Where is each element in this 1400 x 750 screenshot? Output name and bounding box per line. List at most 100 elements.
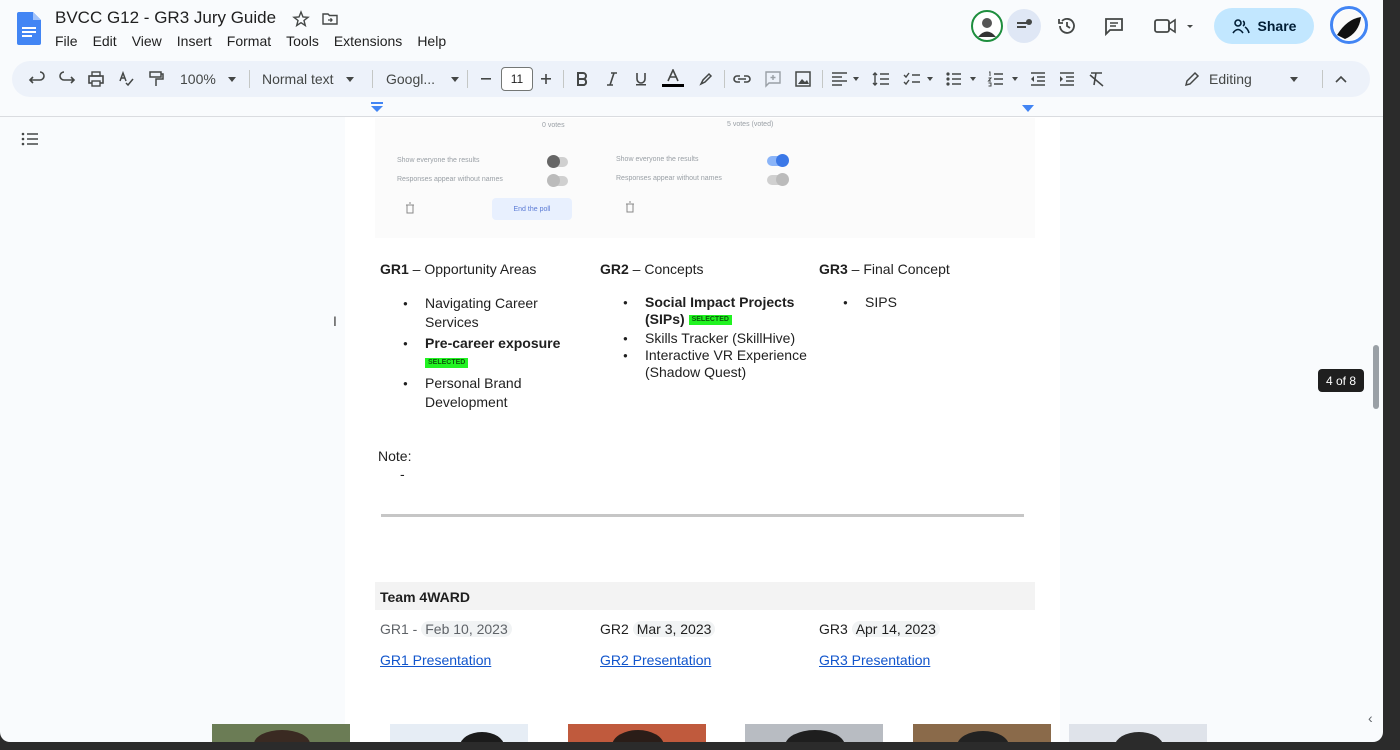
checklist-button[interactable] bbox=[903, 61, 935, 97]
zoom-value: 100% bbox=[180, 71, 216, 87]
horizontal-divider bbox=[381, 514, 1024, 517]
clear-formatting-button[interactable] bbox=[1088, 61, 1106, 97]
hide-menus-button[interactable] bbox=[1335, 61, 1347, 97]
right-indent-marker-icon[interactable] bbox=[1022, 105, 1034, 113]
document-title[interactable]: BVCC G12 - GR3 Jury Guide bbox=[55, 8, 276, 28]
menu-insert[interactable]: Insert bbox=[177, 33, 218, 49]
menu-format[interactable]: Format bbox=[227, 33, 277, 49]
spellcheck-button[interactable] bbox=[117, 61, 135, 97]
move-folder-icon[interactable] bbox=[321, 10, 339, 28]
meet-button[interactable] bbox=[1148, 9, 1198, 43]
bulleted-list-button[interactable] bbox=[945, 61, 979, 97]
font-select[interactable]: Googl... bbox=[386, 61, 460, 97]
gr3-code: GR3 bbox=[819, 261, 848, 277]
menu-extensions[interactable]: Extensions bbox=[334, 33, 408, 49]
date-chip[interactable]: Apr 14, 2023 bbox=[851, 621, 940, 637]
underline-button[interactable] bbox=[634, 61, 648, 97]
menu-tools[interactable]: Tools bbox=[286, 33, 325, 49]
line-spacing-button[interactable] bbox=[872, 61, 890, 97]
account-avatar[interactable] bbox=[1330, 6, 1368, 44]
spellcheck-icon bbox=[119, 70, 134, 87]
zoom-select[interactable]: 100% bbox=[180, 61, 240, 97]
share-button[interactable]: Share bbox=[1214, 8, 1314, 44]
insert-image-button[interactable] bbox=[794, 61, 812, 97]
team-member-photo bbox=[390, 724, 528, 742]
italic-button[interactable] bbox=[605, 61, 619, 97]
person-photo-icon bbox=[254, 730, 310, 742]
collapse-side-panel-chevron-icon[interactable]: ‹ bbox=[1368, 710, 1373, 726]
gr1-presentation-link[interactable]: GR1 Presentation bbox=[380, 652, 491, 668]
bulleted-list-icon bbox=[946, 72, 976, 86]
font-size-input[interactable]: 11 bbox=[501, 67, 533, 91]
gr3-presentation-link[interactable]: GR3 Presentation bbox=[819, 652, 930, 668]
undo-button[interactable] bbox=[28, 61, 46, 97]
star-icon[interactable] bbox=[292, 10, 310, 28]
toolbar-divider bbox=[822, 70, 823, 88]
toolbar-divider bbox=[249, 70, 250, 88]
menu-help[interactable]: Help bbox=[417, 33, 452, 49]
numbered-list-button[interactable] bbox=[987, 61, 1021, 97]
increase-indent-button[interactable] bbox=[1058, 61, 1076, 97]
bold-button[interactable] bbox=[575, 61, 589, 97]
paint-format-button[interactable] bbox=[147, 61, 165, 97]
list-item-text: SIPS bbox=[865, 294, 897, 310]
app-window: BVCC G12 - GR3 Jury Guide File Edit View… bbox=[0, 0, 1383, 742]
redo-button[interactable] bbox=[58, 61, 76, 97]
gr2-title: – Concepts bbox=[628, 261, 704, 277]
text-cursor-icon: I bbox=[333, 313, 337, 329]
paragraph-style-select[interactable]: Normal text bbox=[262, 61, 362, 97]
left-indent-marker-icon[interactable] bbox=[371, 102, 383, 112]
version-history-button[interactable] bbox=[1050, 9, 1084, 43]
list-item-text: Interactive VR Experience (Shadow Quest) bbox=[645, 347, 807, 380]
decrease-font-size-button[interactable] bbox=[480, 61, 492, 97]
list-item: Pre-career exposure SELECTED bbox=[403, 334, 580, 372]
insert-link-button[interactable] bbox=[733, 61, 751, 97]
person-photo-icon bbox=[1116, 732, 1162, 742]
print-button[interactable] bbox=[87, 61, 105, 97]
gr2-presentation-link[interactable]: GR2 Presentation bbox=[600, 652, 711, 668]
poll-toggle bbox=[767, 154, 789, 167]
menu-file[interactable]: File bbox=[55, 33, 84, 49]
pencil-icon bbox=[1184, 71, 1200, 87]
gr1-list: Navigating Career Services Pre-career ex… bbox=[403, 294, 580, 414]
add-comment-button[interactable] bbox=[764, 61, 782, 97]
redo-icon bbox=[59, 71, 76, 84]
date-chip[interactable]: Mar 3, 2023 bbox=[632, 621, 716, 637]
text-color-button[interactable] bbox=[662, 61, 684, 97]
docs-logo-icon[interactable] bbox=[17, 12, 41, 45]
date-chip[interactable]: Feb 10, 2023 bbox=[421, 621, 512, 637]
menu-edit[interactable]: Edit bbox=[93, 33, 123, 49]
poll-toggle bbox=[547, 174, 568, 187]
list-item: SIPS bbox=[843, 294, 1015, 311]
gr2-heading: GR2 – Concepts bbox=[600, 261, 704, 277]
italic-icon bbox=[607, 72, 617, 86]
list-item-text: Personal Brand Development bbox=[425, 375, 522, 410]
gr1-title: – Opportunity Areas bbox=[408, 261, 537, 277]
vertical-scrollbar[interactable] bbox=[1373, 345, 1379, 409]
chat-present-icon bbox=[1017, 19, 1032, 28]
toolbar-divider bbox=[724, 70, 725, 88]
document-outline-icon[interactable] bbox=[21, 131, 39, 147]
menu-view[interactable]: View bbox=[132, 33, 168, 49]
history-icon bbox=[1058, 18, 1075, 34]
toolbar-divider bbox=[563, 70, 564, 88]
align-button[interactable] bbox=[831, 61, 861, 97]
collaborator-avatar[interactable] bbox=[971, 10, 1003, 42]
font-value: Googl... bbox=[386, 71, 436, 87]
numbered-list-icon bbox=[987, 71, 1018, 87]
comments-button[interactable] bbox=[1097, 9, 1131, 43]
decrease-indent-button[interactable] bbox=[1029, 61, 1047, 97]
highlight-color-button[interactable] bbox=[698, 61, 714, 97]
editing-mode-select[interactable]: Editing bbox=[1184, 61, 1304, 97]
person-photo-icon bbox=[957, 731, 1009, 742]
gr3-date-row: GR3 Apr 14, 2023 bbox=[819, 621, 940, 637]
increase-font-size-button[interactable] bbox=[540, 61, 552, 97]
link-icon bbox=[733, 75, 751, 83]
dropdown-arrow-icon bbox=[345, 76, 354, 82]
poll-vote-count: 0 votes bbox=[542, 122, 565, 129]
decrease-indent-icon bbox=[1031, 72, 1045, 86]
video-camera-icon bbox=[1154, 18, 1193, 34]
horizontal-ruler[interactable] bbox=[0, 100, 1383, 117]
undo-icon bbox=[28, 71, 45, 84]
present-to-meeting-button[interactable] bbox=[1007, 9, 1041, 43]
